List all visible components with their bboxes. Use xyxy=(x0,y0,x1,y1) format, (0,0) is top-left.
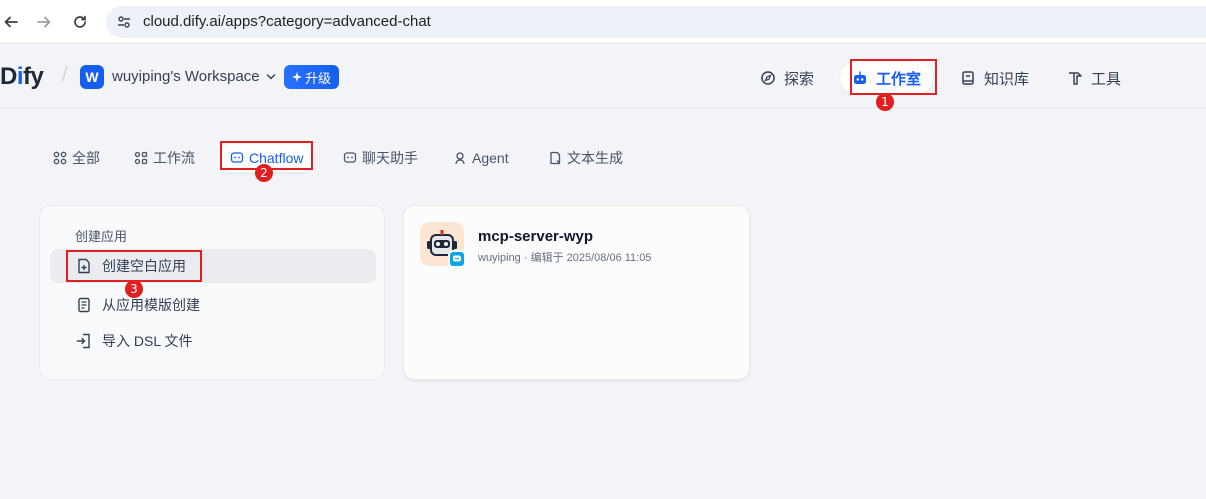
app-name[interactable]: mcp-server-wyp xyxy=(478,228,593,245)
reload-button[interactable] xyxy=(69,11,91,33)
arrow-left-icon xyxy=(4,16,18,28)
tab-all[interactable]: 全部 xyxy=(53,144,100,172)
chevron-down-icon[interactable] xyxy=(266,72,276,82)
create-app-title: 创建应用 xyxy=(75,229,128,244)
browser-toolbar: cloud.dify.ai/apps?category=advanced-cha… xyxy=(0,0,1206,44)
tab-chatflow-label: Chatflow xyxy=(249,150,304,166)
tab-agent[interactable]: Agent xyxy=(453,144,509,172)
nav-knowledge-label: 知识库 xyxy=(984,70,1030,88)
nav-knowledge[interactable]: 知识库 xyxy=(960,62,1029,94)
hammer-icon xyxy=(1069,72,1082,85)
reload-icon xyxy=(74,15,86,28)
robot-icon xyxy=(854,71,866,84)
step-marker-2: 2 xyxy=(255,164,273,182)
nav-explore-label: 探索 xyxy=(784,70,815,88)
file-text-icon xyxy=(550,151,561,165)
dify-logo[interactable]: Dify xyxy=(0,63,44,91)
tab-agent-label: Agent xyxy=(472,150,509,166)
file-plus-icon xyxy=(78,258,90,274)
site-settings-icon[interactable] xyxy=(116,14,132,30)
url-text[interactable]: cloud.dify.ai/apps?category=advanced-cha… xyxy=(143,13,431,30)
app-header: Dify / W wuyiping's Workspace 升级 探索 工作室 … xyxy=(0,45,1206,108)
create-from-template-button[interactable]: 从应用模版创建 xyxy=(50,288,376,322)
template-icon xyxy=(78,297,90,313)
chat-bot-icon xyxy=(343,152,357,163)
nav-explore[interactable]: 探索 xyxy=(760,62,814,94)
chat-badge-icon xyxy=(453,255,461,262)
workspace-avatar[interactable]: W xyxy=(80,65,104,89)
app-meta: wuyiping · 编辑于 2025/08/06 11:05 xyxy=(478,252,652,264)
tab-workflow-label: 工作流 xyxy=(153,150,195,166)
step-marker-1: 1 xyxy=(876,93,894,111)
workflow-icon xyxy=(134,151,148,165)
nav-tools[interactable]: 工具 xyxy=(1067,62,1121,94)
app-card[interactable]: mcp-server-wyp wuyiping · 编辑于 2025/08/06… xyxy=(403,205,750,380)
chatflow-badge xyxy=(448,250,466,268)
logo-letters-fy: fy xyxy=(23,63,44,90)
create-blank-app-button[interactable]: 创建空白应用 xyxy=(50,249,376,283)
logo-letter-d: D xyxy=(0,63,17,90)
upgrade-label: 升级 xyxy=(305,70,332,86)
tab-workflow[interactable]: 工作流 xyxy=(134,144,195,172)
tab-text-generation[interactable]: 文本生成 xyxy=(548,144,623,172)
compass-icon xyxy=(761,71,775,85)
nav-studio[interactable]: 工作室 xyxy=(840,62,934,94)
tab-all-label: 全部 xyxy=(72,150,100,166)
tab-text-generation-label: 文本生成 xyxy=(567,150,623,166)
arrow-right-icon xyxy=(37,16,51,28)
step-marker-3: 3 xyxy=(125,280,143,298)
nav-tools-label: 工具 xyxy=(1091,70,1122,88)
agent-icon xyxy=(455,152,465,165)
import-icon xyxy=(76,333,90,349)
nav-studio-label: 工作室 xyxy=(876,70,922,88)
divider-slash: / xyxy=(62,64,68,86)
tab-chat-assistant[interactable]: 聊天助手 xyxy=(343,144,418,172)
chat-bubble-icon xyxy=(230,152,244,163)
grid-icon xyxy=(53,151,67,165)
back-button[interactable] xyxy=(0,11,22,33)
sparkle-icon xyxy=(292,72,302,82)
address-bar[interactable]: cloud.dify.ai/apps?category=advanced-cha… xyxy=(106,6,1206,38)
book-icon xyxy=(962,71,974,85)
workspace-name[interactable]: wuyiping's Workspace xyxy=(112,68,260,85)
import-dsl-button[interactable]: 导入 DSL 文件 xyxy=(50,324,376,358)
tab-chat-assistant-label: 聊天助手 xyxy=(362,150,418,166)
import-dsl-label: 导入 DSL 文件 xyxy=(102,333,193,349)
upgrade-button[interactable]: 升级 xyxy=(284,65,340,89)
create-from-template-label: 从应用模版创建 xyxy=(102,297,200,313)
create-app-card: 创建应用 创建空白应用 从应用模版创建 导入 DSL 文件 xyxy=(39,205,385,380)
create-blank-app-label: 创建空白应用 xyxy=(102,258,186,274)
forward-button[interactable] xyxy=(33,11,55,33)
